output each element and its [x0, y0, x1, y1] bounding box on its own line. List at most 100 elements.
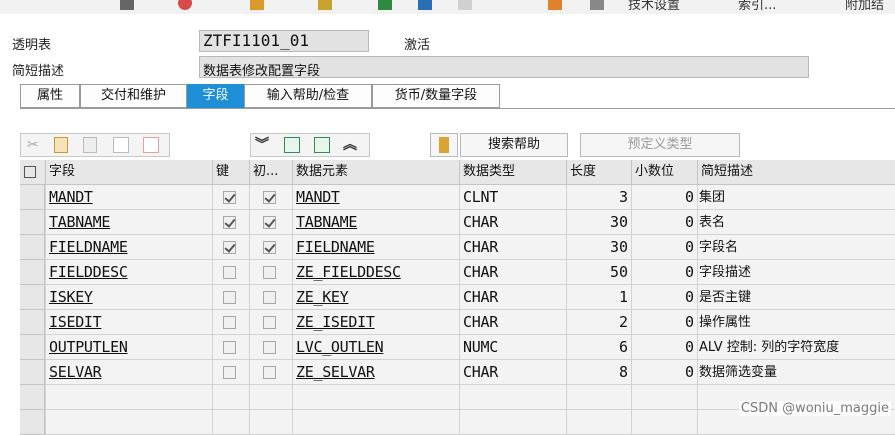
row-selector[interactable] — [20, 410, 45, 435]
field-text[interactable]: ISKEY — [49, 288, 93, 306]
append-structure-button[interactable]: 附加结 — [845, 0, 884, 13]
tab-currency-quantity[interactable]: 货币/数量字段 — [372, 84, 500, 108]
cell-data-element[interactable]: FIELDNAME — [292, 235, 459, 260]
tab-input-help-check[interactable]: 输入帮助/检查 — [244, 84, 372, 108]
indexes-button[interactable]: 索引... — [738, 0, 776, 13]
info-icon[interactable] — [590, 0, 604, 10]
layout-icon[interactable] — [20, 160, 45, 184]
cut-icon[interactable]: ✂ — [27, 137, 43, 153]
tree-icon[interactable] — [548, 0, 562, 10]
key-checkbox[interactable] — [223, 241, 236, 254]
cell-field[interactable]: SELVAR — [45, 360, 212, 385]
include-icon[interactable] — [314, 137, 330, 153]
field-text[interactable]: ISEDIT — [49, 313, 102, 331]
init-checkbox[interactable] — [263, 366, 276, 379]
cell-data-element[interactable]: MANDT — [292, 185, 459, 210]
cell-data-element[interactable]: TABNAME — [292, 210, 459, 235]
search-help-key-button[interactable] — [430, 133, 458, 157]
display-icon[interactable] — [418, 0, 432, 10]
cell-key[interactable] — [212, 210, 249, 235]
data-element-text[interactable]: FIELDNAME — [296, 238, 375, 256]
field-text[interactable]: SELVAR — [49, 363, 102, 381]
copy-icon[interactable] — [54, 137, 68, 153]
key-checkbox[interactable] — [223, 316, 236, 329]
key-checkbox[interactable] — [223, 366, 236, 379]
cell-init[interactable] — [249, 360, 292, 385]
cell-key[interactable] — [212, 185, 249, 210]
field-text[interactable]: FIELDDESC — [49, 263, 128, 281]
new-field-icon[interactable] — [284, 137, 300, 153]
edit-icon[interactable] — [120, 0, 134, 10]
row-selector[interactable] — [20, 335, 45, 360]
row-selector[interactable] — [20, 210, 45, 235]
col-initial[interactable]: 初... — [249, 160, 292, 184]
key-checkbox[interactable] — [223, 216, 236, 229]
cell-field[interactable]: FIELDNAME — [45, 235, 212, 260]
hierarchy-icon[interactable] — [378, 0, 392, 10]
col-key[interactable]: 键 — [212, 160, 249, 184]
cell-key[interactable] — [212, 285, 249, 310]
cell-data-element[interactable]: LVC_OUTLEN — [292, 335, 459, 360]
table-row[interactable]: MANDT MANDT CLNT 3 0 集团 — [20, 185, 895, 210]
object-icon[interactable] — [250, 0, 264, 10]
layout-icon[interactable] — [458, 0, 472, 10]
cell-field[interactable] — [45, 410, 212, 435]
expand-icon[interactable]: ︾ — [255, 136, 269, 154]
cell-init[interactable] — [249, 310, 292, 335]
row-selector[interactable] — [20, 360, 45, 385]
cell-field[interactable]: MANDT — [45, 185, 212, 210]
cell-init[interactable] — [249, 210, 292, 235]
field-text[interactable]: TABNAME — [49, 213, 110, 231]
data-element-text[interactable]: ZE_ISEDIT — [296, 313, 375, 331]
collapse-icon[interactable]: ︽ — [343, 136, 357, 154]
cell-key[interactable] — [212, 260, 249, 285]
paste-icon[interactable] — [83, 137, 97, 153]
cell-init[interactable] — [249, 260, 292, 285]
row-selector[interactable] — [20, 260, 45, 285]
cell-field[interactable] — [45, 385, 212, 410]
cell-init[interactable] — [249, 185, 292, 210]
col-data-element[interactable]: 数据元素 — [292, 160, 459, 184]
field-text[interactable]: FIELDNAME — [49, 238, 128, 256]
cell-data-element[interactable] — [292, 410, 459, 435]
technical-settings-button[interactable]: 技术设置 — [628, 0, 680, 13]
cell-field[interactable]: OUTPUTLEN — [45, 335, 212, 360]
search-help-button[interactable]: 搜索帮助 — [460, 133, 568, 157]
cell-data-element[interactable]: ZE_ISEDIT — [292, 310, 459, 335]
init-checkbox[interactable] — [263, 191, 276, 204]
col-data-type[interactable]: 数据类型 — [459, 160, 566, 184]
cell-field[interactable]: TABNAME — [45, 210, 212, 235]
cell-key[interactable] — [212, 335, 249, 360]
row-selector[interactable] — [20, 285, 45, 310]
cell-key[interactable] — [212, 360, 249, 385]
data-element-text[interactable]: TABNAME — [296, 213, 357, 231]
col-decimals[interactable]: 小数位 — [631, 160, 697, 184]
table-row[interactable]: ISKEY ZE_KEY CHAR 1 0 是否主键 — [20, 285, 895, 310]
row-selector[interactable] — [20, 385, 45, 410]
key-checkbox[interactable] — [223, 191, 236, 204]
cell-init[interactable] — [249, 335, 292, 360]
data-element-text[interactable]: MANDT — [296, 188, 340, 206]
stop-icon[interactable] — [178, 0, 192, 10]
table-row[interactable]: OUTPUTLEN LVC_OUTLEN NUMC 6 0 ALV 控制: 列的字符宽度 — [20, 335, 895, 360]
predefined-type-button[interactable]: 预定义类型 — [580, 133, 740, 157]
cell-data-element[interactable]: ZE_FIELDDESC — [292, 260, 459, 285]
cell-field[interactable]: ISEDIT — [45, 310, 212, 335]
init-checkbox[interactable] — [263, 316, 276, 329]
col-length[interactable]: 长度 — [566, 160, 631, 184]
cell-init[interactable] — [249, 285, 292, 310]
cell-key[interactable] — [212, 235, 249, 260]
tab-delivery-maintenance[interactable]: 交付和维护 — [80, 84, 187, 108]
table-row[interactable]: FIELDNAME FIELDNAME CHAR 30 0 字段名 — [20, 235, 895, 260]
field-text[interactable]: MANDT — [49, 188, 93, 206]
field-text[interactable]: OUTPUTLEN — [49, 338, 128, 356]
data-element-text[interactable]: ZE_KEY — [296, 288, 349, 306]
key-checkbox[interactable] — [223, 266, 236, 279]
tab-attributes[interactable]: 属性 — [20, 84, 80, 108]
insert-row-icon[interactable] — [113, 137, 129, 153]
key-checkbox[interactable] — [223, 341, 236, 354]
table-row[interactable]: TABNAME TABNAME CHAR 30 0 表名 — [20, 210, 895, 235]
table-row[interactable]: ISEDIT ZE_ISEDIT CHAR 2 0 操作属性 — [20, 310, 895, 335]
delete-row-icon[interactable] — [143, 137, 159, 153]
tab-fields[interactable]: 字段 — [187, 84, 244, 108]
